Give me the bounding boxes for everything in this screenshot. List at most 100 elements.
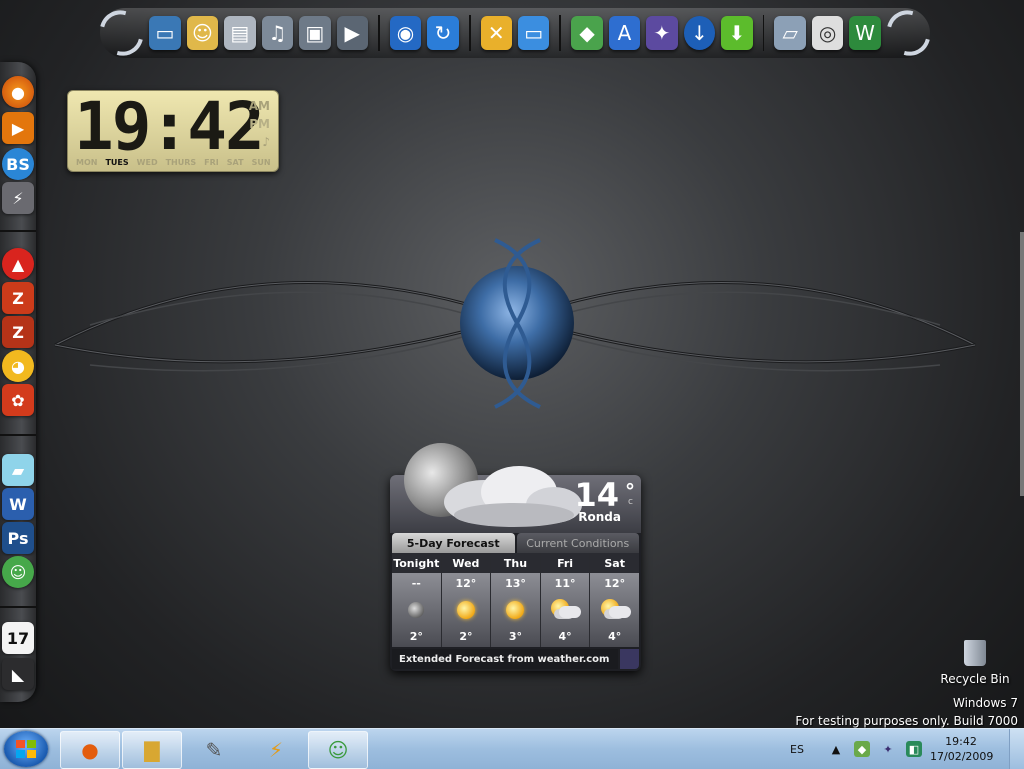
dock-separator [0, 434, 36, 436]
dock-separator [468, 15, 471, 51]
cloud-icon [444, 466, 582, 527]
download-arrow-icon[interactable]: ⬇ [721, 16, 753, 50]
recycle-bin-label: Recycle Bin [940, 672, 1010, 686]
forecast-day-label: Thu [491, 553, 540, 573]
user-folder-icon[interactable]: ☺ [186, 16, 219, 50]
tab-5-day-forecast[interactable]: 5-Day Forecast [392, 533, 515, 553]
taskbar-winamp[interactable]: ⚡ [246, 731, 306, 769]
windows-logo-icon [16, 740, 36, 758]
recycle-bin[interactable]: Recycle Bin [940, 640, 1010, 686]
monitor-icon[interactable]: ▭ [149, 16, 181, 50]
alarm-bell-icon: ♪ [262, 135, 270, 149]
duck-icon[interactable]: ◕ [2, 350, 34, 382]
watermark-os: Windows 7 [952, 696, 1018, 710]
messenger-icon[interactable]: ☺ [2, 556, 34, 588]
forecast-high: 12° [604, 577, 626, 590]
clock-pm-label: PM [249, 117, 270, 131]
forecast-high: 13° [505, 577, 526, 590]
photoshop-icon[interactable]: Ps [2, 522, 34, 554]
taskbar-messenger[interactable]: ☺ [308, 731, 368, 769]
dock-separator [0, 230, 36, 232]
camera-icon[interactable]: ◎ [811, 16, 844, 50]
paint-icon: ✎ [205, 738, 223, 762]
calendar-icon[interactable]: 17 [2, 622, 34, 654]
extended-forecast-link[interactable]: Extended Forecast from weather.com [392, 649, 618, 669]
dock-separator [762, 15, 765, 51]
forecast-low: 2° [409, 630, 423, 643]
swirl-logo-icon[interactable] [878, 2, 939, 64]
tab-current-conditions[interactable]: Current Conditions [516, 533, 639, 553]
partly-cloudy-icon [549, 599, 582, 621]
weather-gadget[interactable]: 14 ° c Ronda 5-Day Forecast Current Cond… [390, 443, 641, 671]
forecast-day-label: Fri [540, 553, 590, 573]
swirl-logo-icon[interactable] [91, 2, 152, 64]
videos-icon[interactable]: ▶ [336, 16, 368, 50]
forecast-day: Thu 13° 3° [491, 553, 541, 647]
filezilla-server-icon[interactable]: Z [2, 316, 34, 348]
music-icon[interactable]: ♫ [261, 16, 294, 50]
taskbar-paint[interactable]: ✎ [184, 731, 244, 769]
weekday-active: TUES [105, 158, 129, 167]
wireless-icon[interactable]: W [849, 16, 881, 50]
weekday: WED [136, 158, 158, 167]
document-icon[interactable]: ▰ [2, 454, 34, 486]
top-dock: ▭ ☺ ▤ ♫ ▣ ▶ ◉ ↻ ✕ ▭ ◆ A ✦ ↓ ⬇ ▱ ◎ W [91, 2, 939, 64]
show-hidden-icons-icon[interactable]: ▲ [828, 741, 844, 757]
forecast-day-label: Wed [441, 553, 491, 573]
forecast-high: 12° [455, 577, 477, 590]
forecast-day: Wed 12° 2° [441, 553, 492, 647]
box-tray-icon[interactable]: ◆ [853, 741, 870, 757]
trojan-icon[interactable]: ✦ [646, 16, 678, 50]
filezilla-icon[interactable]: Z [2, 282, 34, 314]
forecast-low: 4° [558, 630, 572, 643]
sun-icon [506, 601, 525, 619]
language-indicator[interactable]: ES [790, 743, 804, 756]
taskbar-explorer[interactable]: ▇ [122, 731, 182, 769]
show-desktop-button[interactable] [1009, 729, 1024, 769]
temperature-unit: c [628, 497, 633, 507]
weather-expand-button[interactable] [620, 649, 639, 669]
pictures-icon[interactable]: ▣ [299, 16, 331, 50]
box-app-icon[interactable]: ◆ [571, 16, 603, 50]
weekday: THURS [165, 158, 197, 167]
firefox-icon[interactable]: ● [2, 76, 34, 108]
screen-edge-handle [1020, 232, 1024, 496]
weekday: SUN [251, 158, 271, 167]
forecast-high: -- [411, 577, 421, 590]
winamp-icon[interactable]: ⚡ [2, 182, 34, 214]
dock-separator [559, 15, 562, 51]
tray-date: 17/02/2009 [930, 750, 994, 763]
forecast-high: 11° [554, 577, 576, 590]
tray-clock[interactable]: 19:42 17/02/2009 [930, 734, 994, 764]
foxy-icon[interactable]: ✿ [2, 384, 34, 416]
start-button[interactable] [4, 731, 48, 767]
clock-gadget[interactable]: 19:42 AM PM ♪ MON TUES WED THURS FRI SAT… [67, 90, 279, 172]
word-icon[interactable]: W [2, 488, 34, 520]
documents-icon[interactable]: ▤ [224, 16, 256, 50]
sync-icon[interactable]: ↻ [427, 16, 459, 50]
partly-cloudy-icon [599, 599, 631, 621]
tools-icon[interactable]: ✕ [480, 16, 512, 50]
forecast-day: Tonight -- 2° [392, 553, 442, 647]
windows-watermark: Windows 7 For testing purposes only. Bui… [795, 694, 1018, 730]
forecast-low: 3° [508, 630, 523, 643]
media-player-icon[interactable]: ▶ [2, 112, 34, 144]
taskbar-firefox[interactable]: ● [60, 731, 120, 769]
firefox-icon: ● [81, 738, 99, 762]
network-icon[interactable]: ◧ [905, 741, 922, 757]
lightning-icon: ⚡ [268, 738, 284, 762]
forecast-day-label: Tonight [392, 553, 441, 573]
app-icon[interactable]: ◣ [2, 658, 34, 690]
scanner-icon[interactable]: ▱ [774, 16, 806, 50]
messenger-icon: ☺ [327, 738, 349, 762]
wallpaper-emblem [54, 238, 976, 409]
remote-desktop-icon[interactable]: ▭ [518, 16, 550, 50]
forecast-low: 2° [459, 630, 473, 643]
moon-icon [408, 602, 425, 618]
trojan-tray-icon[interactable]: ✦ [880, 741, 896, 757]
media-center-icon[interactable]: ◉ [389, 16, 422, 50]
bs-player-icon[interactable]: BS [2, 148, 34, 180]
opera-icon[interactable]: ▲ [2, 248, 34, 280]
avant-icon[interactable]: A [608, 16, 641, 50]
download-circle-icon[interactable]: ↓ [683, 16, 716, 50]
